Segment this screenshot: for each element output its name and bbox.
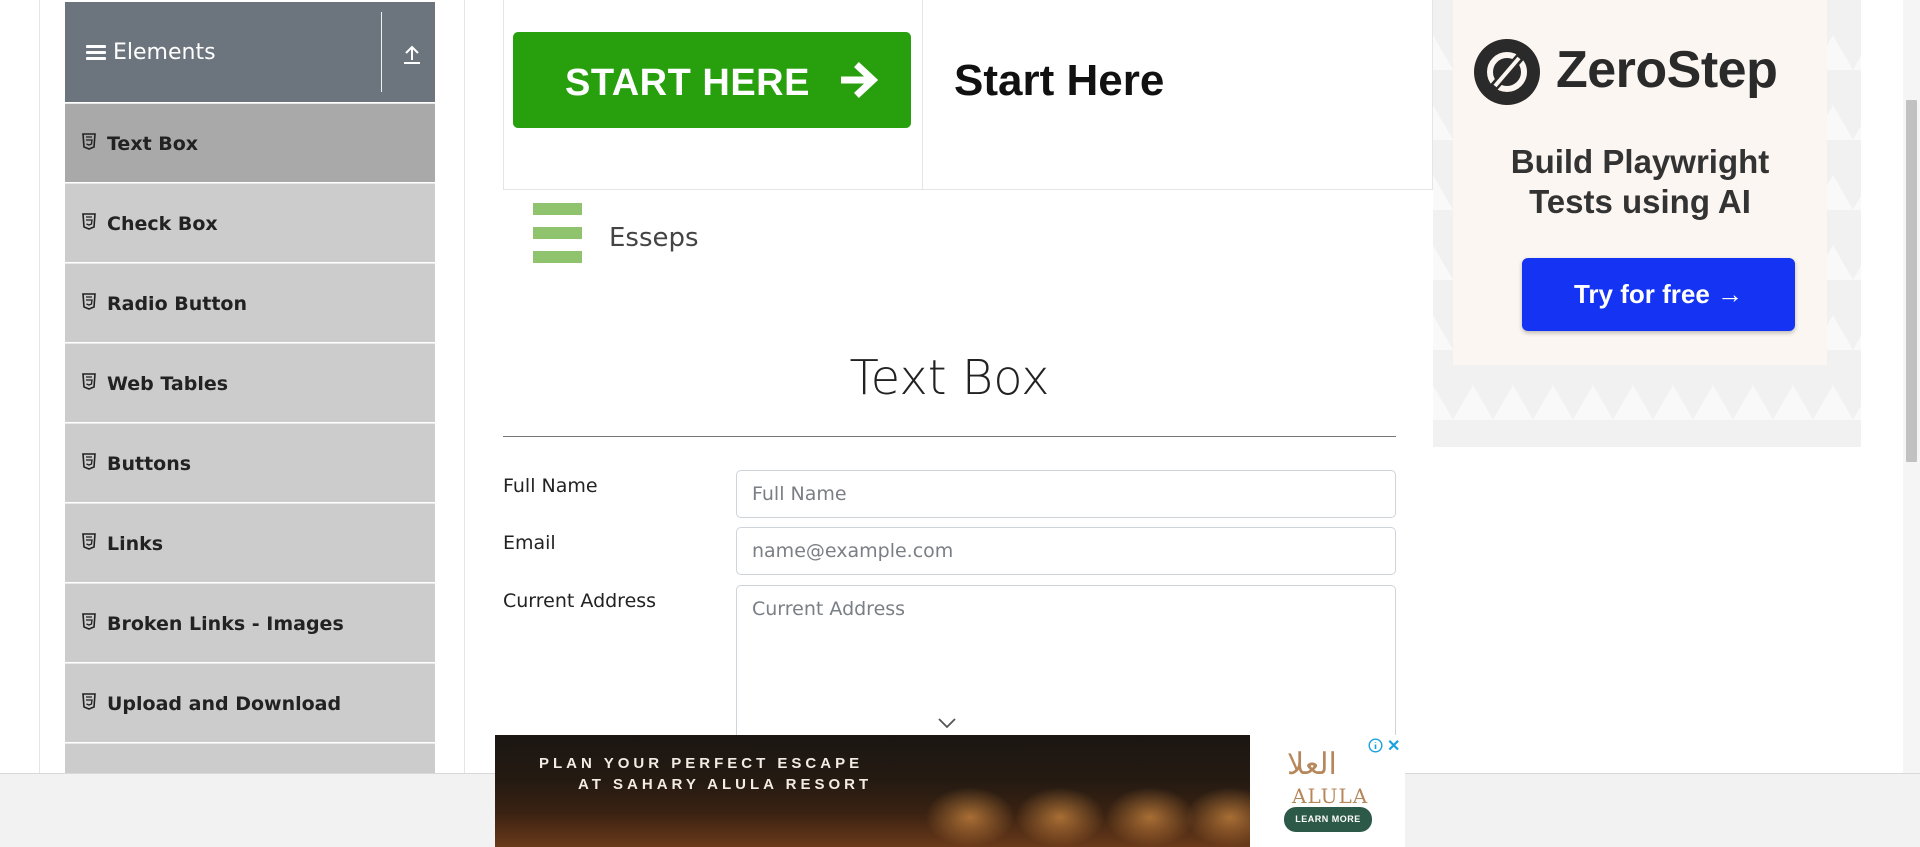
html5-icon [82,613,96,630]
site-logo-icon[interactable] [533,203,582,275]
sidebar-item-broken-links[interactable]: Broken Links - Images [65,583,435,662]
full-name-label: Full Name [503,475,598,497]
sidebar-item-upload-download[interactable]: Upload and Download [65,663,435,742]
menu-icon [86,45,106,61]
html5-icon [82,373,96,390]
chevron-down-icon[interactable] [937,717,957,729]
group-title: Elements [113,40,216,65]
alula-logo: ALULA [1292,784,1369,808]
start-here-button[interactable]: START HERE [513,32,911,128]
try-for-free-button[interactable]: Try for free → [1522,258,1795,331]
zerostep-logo-icon [1474,39,1540,105]
ad-brand: ZeroStep [1556,41,1778,99]
banner-heading: Start Here [954,56,1165,105]
ad-close-icon[interactable]: ✕ [1387,736,1400,756]
html5-icon [82,133,96,150]
ad-tagline: Build Playwright Tests using AI [1453,142,1827,222]
site-logo-text[interactable]: Esseps [609,223,699,253]
banner-divider [922,0,923,190]
sidebar-item-links[interactable]: Links [65,503,435,582]
start-here-button-label: START HERE [565,62,810,104]
sidebar-item-label: Upload and Download [107,693,342,715]
current-address-textarea[interactable] [736,585,1396,745]
email-input[interactable] [736,527,1396,575]
ad-headline-line1: PLAN YOUR PERFECT ESCAPE [539,755,864,772]
html5-icon [82,213,96,230]
sidebar-item-web-tables[interactable]: Web Tables [65,343,435,422]
sidebar: Elements Text Box Check Box Radio Button… [65,2,435,822]
full-name-input[interactable] [736,470,1396,518]
alula-ad[interactable]: PLAN YOUR PERFECT ESCAPE AT SAHARY ALULA… [495,735,1405,847]
ad-tagline-line2: Tests using AI [1529,183,1751,220]
sidebar-item-label: Text Box [107,133,199,155]
sidebar-item-check-box[interactable]: Check Box [65,183,435,262]
sidebar-item-buttons[interactable]: Buttons [65,423,435,502]
email-label: Email [503,532,556,554]
html5-icon [82,533,96,550]
ad-tagline-line1: Build Playwright [1510,143,1770,180]
sidebar-item-label: Check Box [107,213,218,235]
page-title: Text Box [849,350,1050,406]
sidebar-item-label: Links [107,533,164,555]
sidebar-item-label: Buttons [107,453,192,475]
arrow-right-icon [841,62,879,98]
collapse-icon[interactable] [402,42,422,66]
resort-night-image: PLAN YOUR PERFECT ESCAPE AT SAHARY ALULA… [495,735,1250,847]
ad-card: ZeroStep Build Playwright Tests using AI… [1453,0,1827,365]
elements-group-header[interactable]: Elements [65,2,435,102]
learn-more-button[interactable]: LEARN MORE [1284,807,1372,832]
sidebar-item-label: Broken Links - Images [107,613,344,635]
left-border [39,0,40,847]
alula-logo-arabic: العلا [1287,747,1337,782]
sidebar-item-radio-button[interactable]: Radio Button [65,263,435,342]
title-divider [503,436,1396,437]
html5-icon [82,293,96,310]
header-divider [381,12,382,92]
current-address-label: Current Address [503,590,657,612]
html5-icon [82,453,96,470]
sidebar-border [464,0,465,847]
html5-icon [82,693,96,710]
start-here-banner: START HERE Start Here [503,0,1433,190]
page: Elements Text Box Check Box Radio Button… [0,0,1920,847]
ad-headline-line2: AT SAHARY ALULA RESORT [578,776,873,793]
scrollbar-thumb[interactable] [1906,100,1917,462]
ad-info-icon[interactable] [1368,738,1383,753]
sidebar-item-label: Radio Button [107,293,247,315]
sidebar-item-text-box[interactable]: Text Box [65,103,435,182]
sidebar-item-label: Web Tables [107,373,229,395]
zerostep-ad[interactable]: ZeroStep Build Playwright Tests using AI… [1433,0,1861,447]
